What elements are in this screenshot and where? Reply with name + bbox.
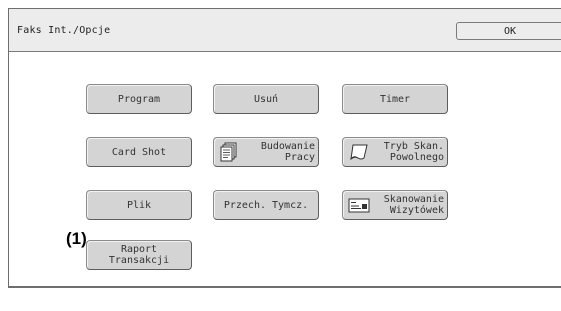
- program-label: Program: [117, 93, 161, 105]
- panel-title: Faks Int./Opcje: [17, 25, 111, 36]
- program-button[interactable]: Program: [86, 84, 192, 114]
- card-shot-label: Card Shot: [111, 146, 167, 158]
- curled-paper-icon: [350, 144, 368, 161]
- raport-transakcji-button[interactable]: Raport Transakcji: [86, 240, 192, 270]
- callout-number: (1): [66, 229, 87, 248]
- business-card-icon: [348, 198, 370, 213]
- timer-label: Timer: [379, 93, 411, 105]
- budowanie-pracy-label: Budowanie Pracy: [260, 141, 315, 163]
- usun-label: Usuń: [253, 93, 279, 105]
- usun-button[interactable]: Usuń: [213, 84, 319, 114]
- przech-tymcz-button[interactable]: Przech. Tymcz.: [213, 190, 319, 220]
- tryb-skan-label: Tryb Skan. Powolnego: [383, 141, 444, 163]
- plik-button[interactable]: Plik: [86, 190, 192, 220]
- card-shot-button[interactable]: Card Shot: [86, 137, 192, 167]
- ok-button[interactable]: OK: [456, 22, 561, 40]
- skanowanie-label: Skanowanie Wizytówek: [383, 194, 444, 216]
- document-stack-icon: [220, 142, 237, 162]
- title-bar: Faks Int./Opcje OK: [9, 9, 561, 52]
- skanowanie-wizytowek-button[interactable]: Skanowanie Wizytówek: [342, 190, 448, 220]
- plik-label: Plik: [126, 199, 152, 211]
- budowanie-pracy-button[interactable]: Budowanie Pracy: [213, 137, 319, 167]
- timer-button[interactable]: Timer: [342, 84, 448, 114]
- przech-tymcz-label: Przech. Tymcz.: [223, 199, 309, 211]
- raport-transakcji-label: Raport Transakcji: [108, 244, 170, 266]
- tryb-skan-button[interactable]: Tryb Skan. Powolnego: [342, 137, 448, 167]
